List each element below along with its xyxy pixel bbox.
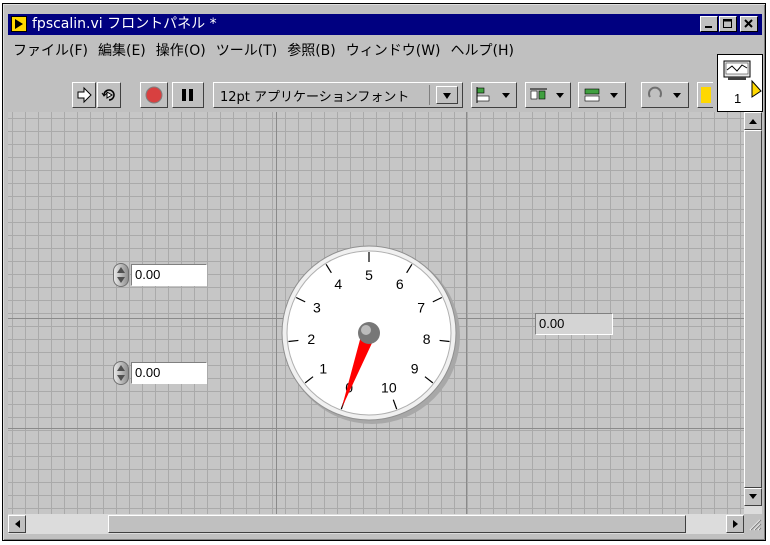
menu-window[interactable]: ウィンドウ(W) — [341, 40, 446, 60]
close-button[interactable] — [740, 16, 758, 32]
menu-bar: ファイル(F) 編集(E) 操作(O) ツール(T) 参照(B) ウィンドウ(W… — [8, 39, 762, 61]
menu-browse[interactable]: 参照(B) — [282, 40, 341, 60]
grid-major-line — [8, 428, 744, 429]
gauge-label: 7 — [417, 300, 425, 316]
gauge-svg: 012345678910 — [281, 245, 460, 424]
menu-help[interactable]: ヘルプ(H) — [446, 40, 519, 60]
vi-icon-label: 1 — [734, 91, 742, 106]
font-select-value: 12pt アプリケーションフォント — [220, 90, 410, 105]
scroll-down-button[interactable] — [744, 488, 762, 506]
font-select-divider — [429, 85, 430, 105]
stop-icon — [145, 86, 163, 104]
resize-objects-button[interactable] — [578, 82, 626, 108]
reorder-button[interactable] — [641, 82, 689, 108]
distribute-objects-icon — [530, 88, 564, 100]
maximize-button[interactable] — [719, 16, 737, 32]
grid-major-line — [466, 112, 467, 514]
numeric-indicator: 0.00 — [535, 313, 613, 335]
pause-button[interactable] — [172, 82, 204, 108]
gauge-label: 8 — [423, 331, 431, 347]
menu-file[interactable]: ファイル(F) — [8, 40, 93, 60]
horizontal-scrollbar[interactable] — [8, 514, 744, 534]
gauge-label: 1 — [319, 361, 327, 377]
menu-edit[interactable]: 編集(E) — [93, 40, 151, 60]
numeric-control-1: 0.00 — [113, 262, 209, 287]
gauge-label: 10 — [381, 380, 397, 396]
gauge-hub-highlight — [361, 325, 371, 335]
numeric-control-2: 0.00 — [113, 360, 209, 385]
scroll-right-button[interactable] — [726, 515, 744, 533]
numeric-input-1[interactable]: 0.00 — [131, 264, 207, 286]
run-button[interactable] — [72, 82, 96, 108]
help-icon — [701, 87, 711, 103]
chevron-down-icon — [443, 93, 451, 99]
run-continuously-icon — [101, 89, 115, 101]
window-title: fpscalin.vi フロントパネル * — [32, 16, 217, 32]
font-select[interactable]: 12pt アプリケーションフォント — [213, 82, 463, 108]
gauge-label: 6 — [396, 276, 404, 292]
scroll-up-button[interactable] — [744, 112, 762, 130]
resize-objects-icon — [584, 88, 618, 102]
vi-connector-icon[interactable]: 1 — [717, 54, 763, 112]
arrow-down-icon — [749, 494, 757, 499]
pause-icon — [182, 89, 193, 101]
distribute-objects-button[interactable] — [525, 82, 571, 108]
align-objects-button[interactable] — [471, 82, 517, 108]
arrow-up-icon — [749, 119, 757, 124]
run-arrow-icon — [77, 86, 92, 104]
horizontal-scroll-thumb[interactable] — [108, 515, 686, 533]
increment-decrement-arrows[interactable] — [113, 361, 129, 385]
font-dropdown-button[interactable] — [436, 86, 458, 104]
vertical-scrollbar[interactable] — [744, 112, 762, 514]
vertical-scroll-thumb[interactable] — [744, 130, 762, 488]
arrow-left-icon — [15, 520, 20, 528]
gauge[interactable]: 012345678910 — [280, 240, 460, 426]
abort-button[interactable] — [140, 82, 168, 108]
gauge-label: 9 — [411, 361, 419, 377]
numeric-input-2[interactable]: 0.00 — [131, 362, 207, 384]
resize-grip[interactable] — [744, 514, 762, 534]
grid-major-line — [276, 112, 277, 514]
increment-decrement-arrows[interactable] — [113, 263, 129, 287]
run-continuously-button[interactable] — [97, 82, 121, 108]
reorder-icon — [648, 86, 681, 98]
minimize-button[interactable] — [700, 16, 718, 32]
context-help-button[interactable] — [697, 82, 713, 108]
align-objects-icon — [476, 87, 510, 103]
menu-tools[interactable]: ツール(T) — [211, 40, 282, 60]
gauge-label: 3 — [313, 300, 321, 316]
gauge-label: 4 — [334, 276, 342, 292]
scroll-left-button[interactable] — [8, 515, 26, 533]
arrow-right-icon — [733, 520, 738, 528]
resize-grip-icon — [749, 519, 762, 531]
title-bar[interactable]: fpscalin.vi フロントパネル * — [8, 14, 762, 35]
vi-run-icon — [11, 16, 27, 32]
gauge-label: 2 — [307, 331, 315, 347]
gauge-label: 5 — [365, 267, 373, 283]
menu-operate[interactable]: 操作(O) — [151, 40, 211, 60]
